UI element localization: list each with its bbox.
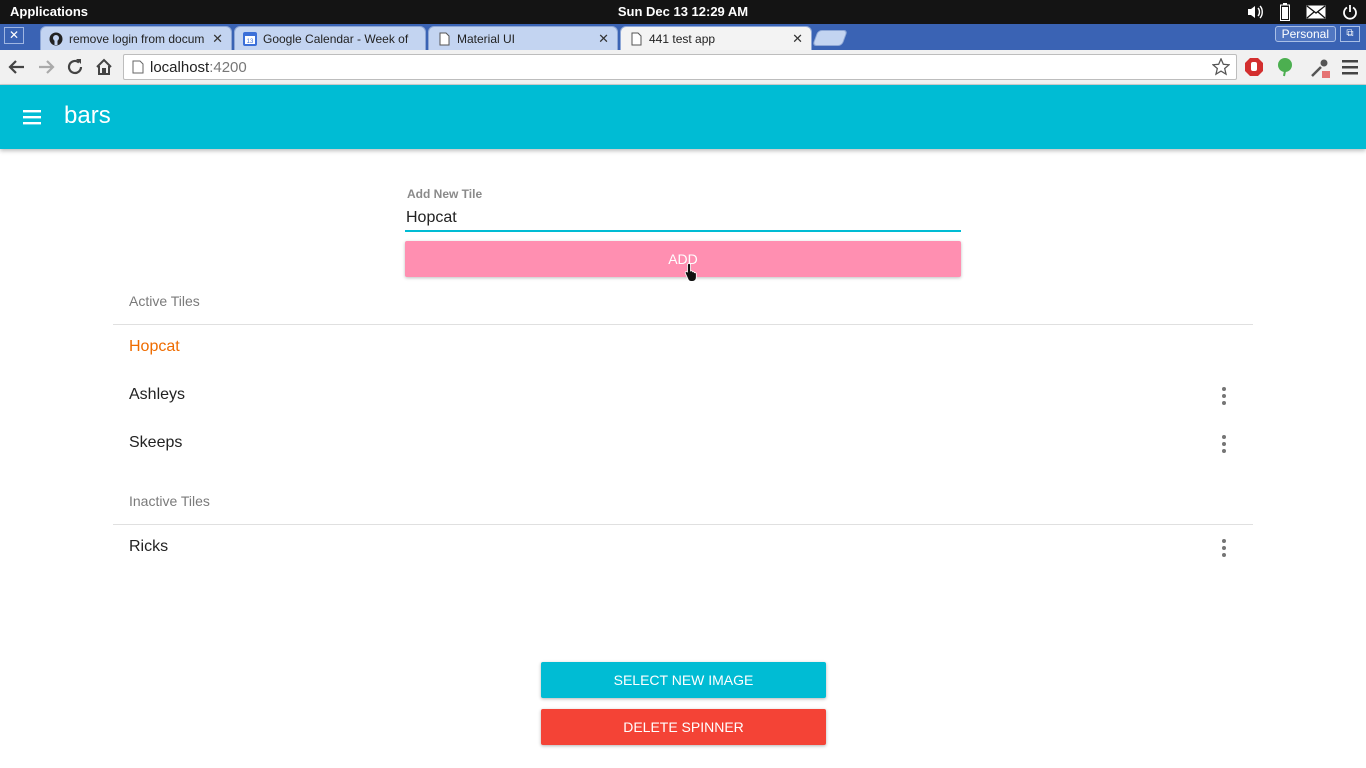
reload-icon[interactable] xyxy=(65,57,85,77)
new-tab-button[interactable] xyxy=(812,30,848,46)
select-new-image-button[interactable]: SELECT NEW IMAGE xyxy=(541,662,826,698)
url-port: :4200 xyxy=(209,59,247,76)
list-item-ricks[interactable]: Ricks xyxy=(113,524,1253,572)
tab-title: Material UI xyxy=(457,31,516,46)
battery-icon[interactable] xyxy=(1280,3,1290,21)
os-top-bar: Applications Sun Dec 13 12:29 AM xyxy=(0,0,1366,24)
hamburger-menu-icon[interactable] xyxy=(22,107,42,127)
forward-icon[interactable] xyxy=(36,57,56,77)
tab-close-icon[interactable]: ✕ xyxy=(792,31,803,47)
window-close-button[interactable]: ✕ xyxy=(4,27,24,44)
inactive-tiles-subheader: Inactive Tiles xyxy=(129,493,210,509)
tab-close-icon[interactable]: ✕ xyxy=(212,31,223,47)
adblock-extension-icon[interactable] xyxy=(1244,57,1264,77)
app-bar: bars xyxy=(0,85,1366,149)
add-tile-input[interactable] xyxy=(405,205,961,232)
system-clock[interactable]: Sun Dec 13 12:29 AM xyxy=(0,4,1366,19)
browser-tab-strip: ✕ remove login from docum ✕ 13 Google Ca… xyxy=(0,24,1366,50)
eyedropper-extension-icon[interactable] xyxy=(1309,57,1331,79)
browser-tab-active[interactable]: 441 test app ✕ xyxy=(620,26,812,50)
url-text[interactable]: localhost:4200 xyxy=(150,59,247,76)
github-icon xyxy=(49,32,63,45)
list-item-hopcat[interactable]: Hopcat xyxy=(113,324,1253,372)
list-item-label: Hopcat xyxy=(129,338,180,355)
list-item-label: Skeeps xyxy=(129,434,183,451)
address-bar[interactable]: localhost:4200 xyxy=(123,54,1237,80)
back-icon[interactable] xyxy=(7,57,27,77)
browser-toolbar: localhost:4200 xyxy=(0,50,1366,85)
active-tiles-subheader: Active Tiles xyxy=(129,293,200,309)
system-tray xyxy=(1246,3,1358,21)
tab-close-icon[interactable]: ✕ xyxy=(598,31,609,47)
tab-title: Google Calendar - Week of xyxy=(263,31,409,46)
page-icon xyxy=(631,32,642,45)
tab-title: remove login from docum xyxy=(69,31,205,46)
add-tile-label: Add New Tile xyxy=(407,187,483,201)
chrome-menu-icon[interactable] xyxy=(1342,57,1358,77)
home-icon[interactable] xyxy=(94,57,114,77)
list-item-label: Ashleys xyxy=(129,386,186,403)
evernote-extension-icon[interactable] xyxy=(1276,57,1294,77)
list-item-skeeps[interactable]: Skeeps xyxy=(113,420,1253,468)
profile-button[interactable]: Personal xyxy=(1274,26,1336,42)
power-icon[interactable] xyxy=(1342,4,1358,20)
more-vert-icon[interactable] xyxy=(1220,434,1228,454)
bookmark-star-icon[interactable] xyxy=(1212,58,1230,76)
svg-text:13: 13 xyxy=(247,39,254,45)
calendar-icon: 13 xyxy=(243,31,257,46)
volume-icon[interactable] xyxy=(1246,4,1264,20)
list-item-ashleys[interactable]: Ashleys xyxy=(113,372,1253,420)
tab-title: 441 test app xyxy=(649,31,716,46)
page-info-icon[interactable] xyxy=(132,60,144,74)
window-restore-button[interactable]: ⧉ xyxy=(1340,26,1360,42)
hand-cursor-icon xyxy=(684,263,697,282)
mail-icon[interactable] xyxy=(1306,5,1326,19)
delete-spinner-button[interactable]: DELETE SPINNER xyxy=(541,709,826,745)
list-item-label: Ricks xyxy=(129,538,169,555)
app-title: bars xyxy=(64,102,111,129)
browser-tab-calendar[interactable]: 13 Google Calendar - Week of xyxy=(234,26,426,50)
more-vert-icon[interactable] xyxy=(1220,538,1228,558)
url-host: localhost xyxy=(150,59,210,76)
browser-tab-github[interactable]: remove login from docum ✕ xyxy=(40,26,232,50)
add-button[interactable]: ADD xyxy=(405,241,961,277)
browser-tab-material-ui[interactable]: Material UI ✕ xyxy=(428,26,618,50)
more-vert-icon[interactable] xyxy=(1220,386,1228,406)
page-icon xyxy=(439,32,450,45)
